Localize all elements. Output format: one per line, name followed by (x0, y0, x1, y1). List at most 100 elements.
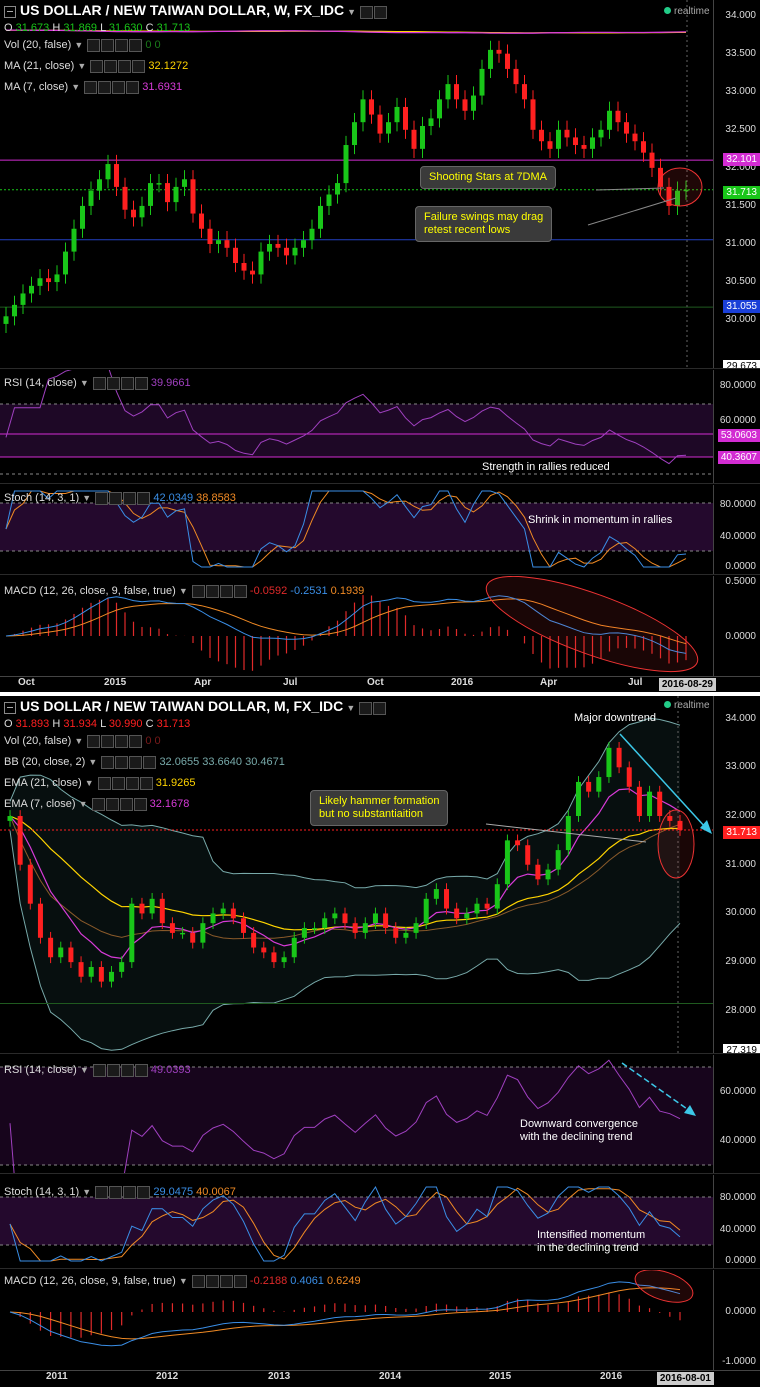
eye-icon[interactable] (95, 491, 109, 505)
eye-icon[interactable] (101, 755, 115, 769)
eye-icon[interactable] (95, 1185, 109, 1199)
eye-icon[interactable] (87, 38, 101, 52)
collapse-icon[interactable] (4, 6, 16, 19)
candle-body (474, 903, 480, 914)
gear-icon[interactable] (106, 376, 120, 390)
candle-body (292, 247, 298, 256)
eye-icon[interactable] (97, 776, 111, 790)
caret-down-icon[interactable]: ▼ (179, 586, 188, 596)
rsi-tag-upper: 53.0603 (717, 429, 760, 442)
close-icon[interactable] (143, 755, 157, 769)
gear-icon[interactable] (373, 701, 387, 715)
eye-icon[interactable] (92, 376, 106, 390)
close-icon[interactable] (233, 1274, 247, 1288)
macd-hist-value: 0.1939 (330, 585, 365, 597)
caret-down-icon[interactable]: ▼ (79, 799, 88, 809)
gear-icon[interactable] (109, 491, 123, 505)
x-tick: Apr (194, 677, 212, 688)
price-tick: 31.000 (725, 858, 756, 870)
close-icon[interactable] (137, 491, 151, 505)
close-icon[interactable] (133, 797, 147, 811)
weekly-macd-panel[interactable]: MACD (12, 26, close, 9, false, true) ▼ -… (0, 576, 760, 676)
plus-icon[interactable] (129, 755, 143, 769)
monthly-price-panel[interactable]: 34.000 33.000 32.000 31.000 30.000 29.000 28.0… (0, 696, 760, 1053)
close-icon[interactable] (129, 734, 143, 748)
eye-icon[interactable] (91, 797, 105, 811)
caret-down-icon[interactable]: ▼ (71, 82, 80, 92)
candle-body (114, 164, 119, 187)
gear-icon[interactable] (105, 797, 119, 811)
close-icon[interactable] (126, 80, 140, 94)
rsi-tag-lower: 40.3607 (717, 451, 760, 464)
eye-icon[interactable] (191, 584, 205, 598)
collapse-icon[interactable] (4, 702, 16, 715)
plus-icon[interactable] (125, 776, 139, 790)
plus-icon[interactable] (123, 1185, 137, 1199)
eye-icon[interactable] (84, 80, 98, 94)
eye-icon[interactable] (92, 1063, 106, 1077)
caret-down-icon[interactable]: ▼ (347, 7, 356, 17)
plus-icon[interactable] (119, 797, 133, 811)
caret-down-icon[interactable]: ▼ (85, 778, 94, 788)
gear-icon[interactable] (109, 1185, 123, 1199)
eye-icon[interactable] (90, 59, 104, 73)
plus-icon[interactable] (120, 1063, 134, 1077)
close-icon[interactable] (233, 584, 247, 598)
gear-icon[interactable] (106, 1063, 120, 1077)
candle-body (464, 913, 470, 919)
close-icon[interactable] (134, 376, 148, 390)
eye-icon[interactable] (191, 1274, 205, 1288)
caret-down-icon[interactable]: ▼ (82, 1187, 91, 1197)
monthly-rsi-panel[interactable]: RSI (14, close) ▼ 49.0393 60.0000 40.000… (0, 1055, 760, 1173)
gear-icon[interactable] (101, 38, 115, 52)
plus-icon[interactable] (219, 1274, 233, 1288)
settings-icon[interactable] (360, 5, 374, 19)
candle-body (606, 747, 612, 778)
gear-icon[interactable] (115, 755, 129, 769)
candle-body (139, 903, 145, 914)
candle-body (505, 53, 510, 69)
gear-icon[interactable] (101, 734, 115, 748)
eye-icon[interactable] (87, 734, 101, 748)
plus-icon[interactable] (120, 376, 134, 390)
plus-icon[interactable] (219, 584, 233, 598)
candle-body (190, 179, 196, 214)
caret-down-icon[interactable]: ▼ (80, 378, 89, 388)
plus-icon[interactable] (123, 491, 137, 505)
close-icon[interactable] (134, 1063, 148, 1077)
weekly-stoch-panel[interactable]: Stoch (14, 3, 1) ▼ 42.0349 38.8583 80.00… (0, 485, 760, 574)
caret-down-icon[interactable]: ▼ (88, 757, 97, 767)
gear-icon[interactable] (111, 776, 125, 790)
caret-down-icon[interactable]: ▼ (82, 493, 91, 503)
caret-down-icon[interactable]: ▼ (80, 1065, 89, 1075)
caret-down-icon[interactable]: ▼ (179, 1276, 188, 1286)
candle-body (251, 932, 257, 948)
monthly-stoch-panel[interactable]: Stoch (14, 3, 1) ▼ 29.0475 40.0067 80.00… (0, 1175, 760, 1268)
candle-body (326, 194, 332, 206)
plus-icon[interactable] (115, 38, 129, 52)
settings-icon[interactable] (359, 701, 373, 715)
weekly-rsi-panel[interactable]: RSI (14, close) ▼ 39.9661 80.0000 60.000… (0, 370, 760, 483)
gear-icon[interactable] (205, 584, 219, 598)
plus-icon[interactable] (118, 59, 132, 73)
close-icon[interactable] (132, 59, 146, 73)
caret-down-icon[interactable]: ▼ (77, 61, 86, 71)
gear-icon[interactable] (374, 5, 388, 19)
caret-down-icon[interactable]: ▼ (74, 40, 83, 50)
close-icon[interactable] (129, 38, 143, 52)
candle-body (369, 99, 374, 115)
gear-icon[interactable] (104, 59, 118, 73)
close-icon[interactable] (137, 1185, 151, 1199)
candle-body (496, 49, 502, 54)
plus-icon[interactable] (112, 80, 126, 94)
plus-icon[interactable] (115, 734, 129, 748)
gear-icon[interactable] (98, 80, 112, 94)
gear-icon[interactable] (205, 1274, 219, 1288)
close-icon[interactable] (139, 776, 153, 790)
monthly-macd-panel[interactable]: MACD (12, 26, close, 9, false, true) ▼ -… (0, 1270, 760, 1370)
candle-body (149, 898, 155, 914)
weekly-price-panel[interactable]: 34.000 33.500 33.000 32.500 32.000 31.500 31.0… (0, 0, 760, 368)
caret-down-icon[interactable]: ▼ (74, 736, 83, 746)
candle-body (437, 99, 442, 119)
caret-down-icon[interactable]: ▼ (346, 703, 355, 713)
